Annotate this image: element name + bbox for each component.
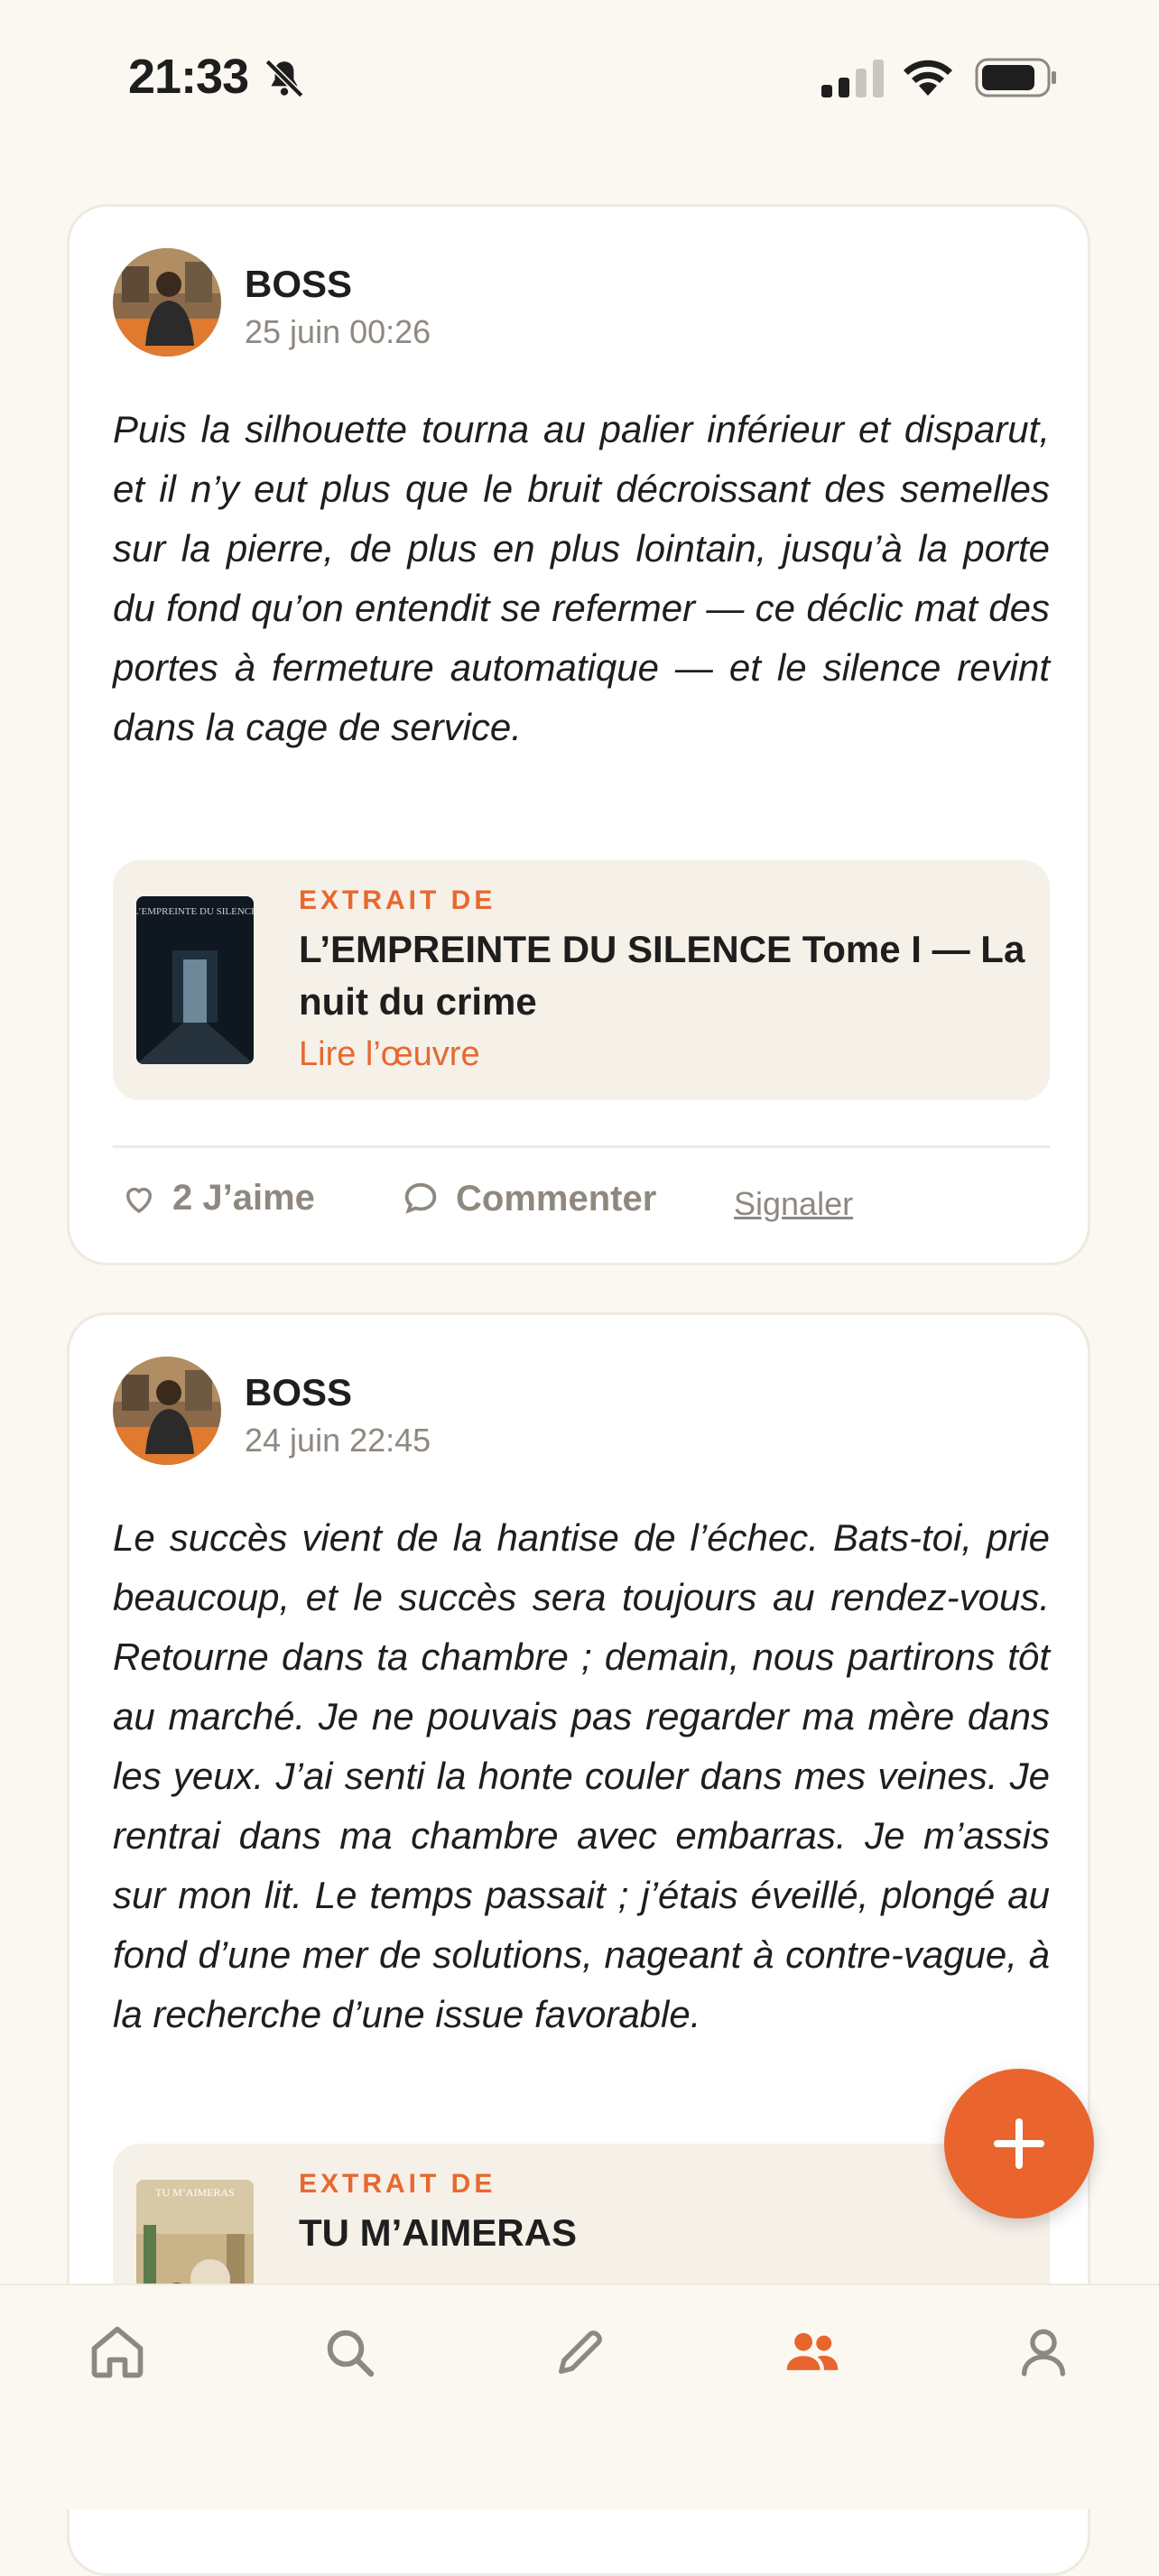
like-button[interactable]: 2 J’aime bbox=[120, 1178, 315, 1219]
post-card: BOSS 25 juin 00:26 Puis la silhouette to… bbox=[67, 204, 1090, 1265]
bell-off-icon bbox=[264, 59, 304, 98]
battery-icon bbox=[975, 58, 1056, 97]
book-cover: L’EMPREINTE DU SILENCE bbox=[136, 896, 254, 1064]
post-actions: 2 J’aime Commenter Signaler bbox=[113, 1171, 1050, 1234]
comment-icon bbox=[404, 1182, 437, 1214]
read-work-link[interactable]: Lire l’œuvre bbox=[299, 1035, 480, 1074]
book-title: TU M’AIMERAS bbox=[299, 2211, 577, 2254]
avatar[interactable] bbox=[113, 1357, 221, 1465]
excerpt-label: EXTRAIT DE bbox=[299, 885, 496, 915]
author-name[interactable]: BOSS bbox=[245, 1371, 352, 1414]
tab-write[interactable] bbox=[544, 2316, 617, 2388]
profile-icon bbox=[1022, 2329, 1065, 2377]
book-cover-title: TU M’AIMERAS bbox=[155, 2186, 235, 2199]
tab-profile[interactable] bbox=[1007, 2316, 1080, 2388]
heart-icon bbox=[125, 1187, 153, 1213]
plus-icon bbox=[994, 2118, 1044, 2169]
post-date: 24 juin 22:45 bbox=[245, 1422, 431, 1459]
tab-community[interactable] bbox=[776, 2316, 848, 2388]
report-link[interactable]: Signaler bbox=[734, 1185, 853, 1223]
tab-home[interactable] bbox=[81, 2316, 153, 2388]
author-name[interactable]: BOSS bbox=[245, 263, 352, 306]
wifi-icon bbox=[904, 60, 952, 96]
search-icon bbox=[327, 2330, 375, 2377]
post-text: Puis la silhouette tourna au palier infé… bbox=[113, 408, 1050, 748]
status-time: 21:33 bbox=[128, 50, 249, 104]
book-reference[interactable]: L’EMPREINTE DU SILENCE EXTRAIT DE L’EMPR… bbox=[113, 860, 1050, 1100]
comment-button[interactable]: Commenter bbox=[400, 1178, 656, 1219]
home-icon bbox=[91, 2326, 144, 2378]
divider bbox=[113, 1145, 1050, 1148]
tab-bar bbox=[0, 2284, 1159, 2509]
tab-search[interactable] bbox=[313, 2316, 385, 2388]
cellular-signal-icon bbox=[821, 60, 884, 97]
post-date: 25 juin 00:26 bbox=[245, 313, 431, 350]
post-text: Le succès vient de la hantise de l’échec… bbox=[113, 1516, 1050, 2035]
like-count: 2 J’aime bbox=[172, 1178, 315, 1218]
avatar[interactable] bbox=[113, 248, 221, 357]
new-post-button[interactable] bbox=[944, 2069, 1094, 2219]
pencil-icon bbox=[559, 2330, 602, 2374]
excerpt-label: EXTRAIT DE bbox=[299, 2169, 496, 2199]
comment-label: Commenter bbox=[456, 1178, 657, 1219]
book-cover-title: L’EMPREINTE DU SILENCE bbox=[136, 906, 254, 917]
status-bar: 21:33 bbox=[0, 0, 1159, 153]
community-icon bbox=[786, 2332, 839, 2370]
book-title: L’EMPREINTE DU SILENCE Tome I — La nuit … bbox=[299, 928, 1025, 1023]
